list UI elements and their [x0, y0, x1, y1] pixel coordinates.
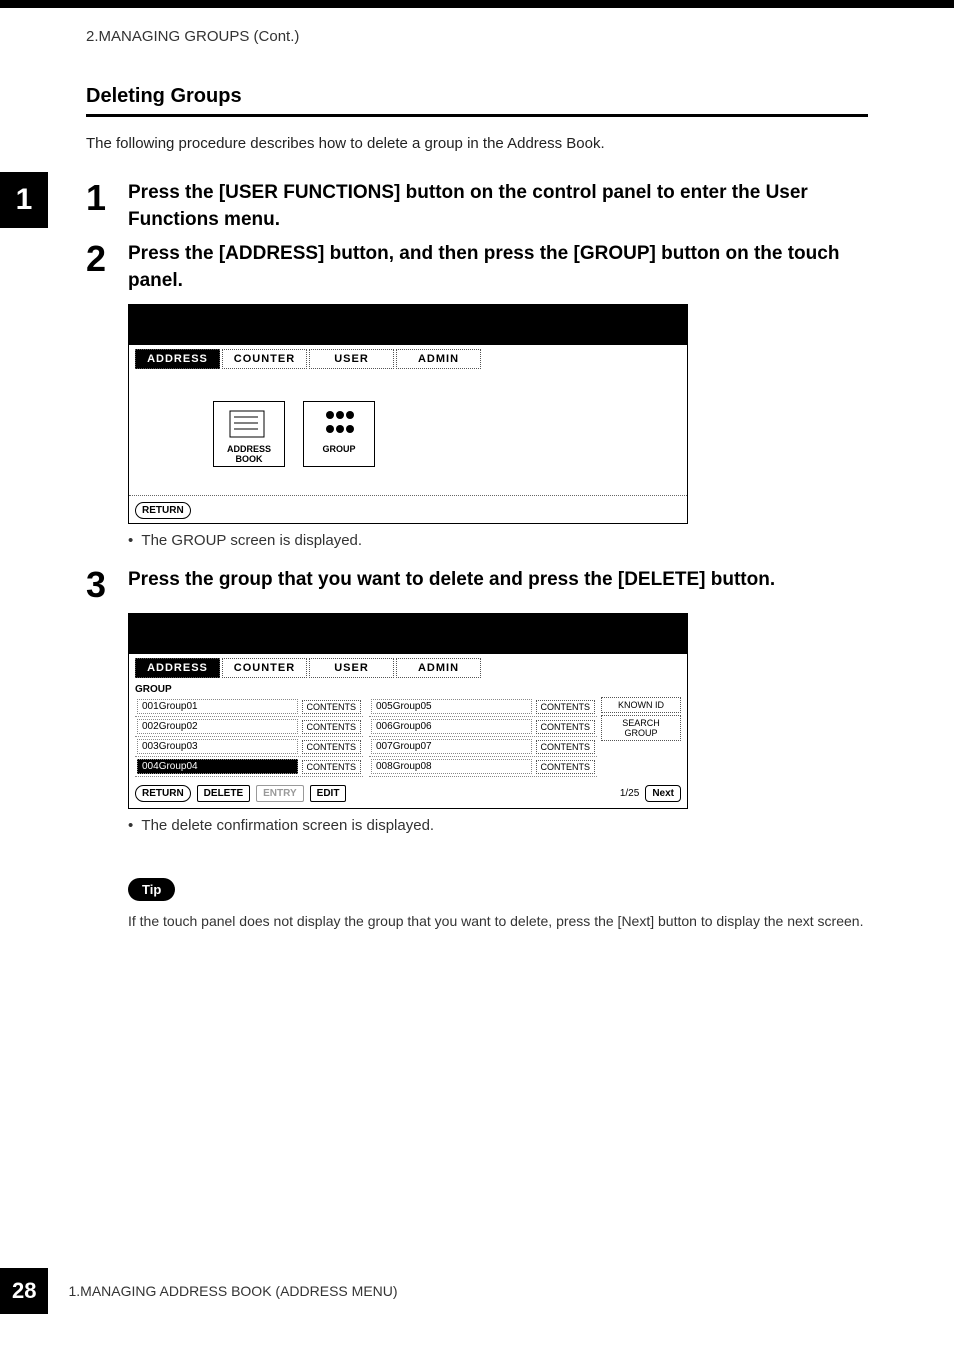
tab-admin[interactable]: ADMIN	[396, 349, 481, 369]
group-id: 003	[142, 741, 159, 752]
tab-address[interactable]: ADDRESS	[135, 658, 220, 678]
group-id: 008	[376, 761, 393, 772]
group-row[interactable]: 001Group01 CONTENTS	[135, 697, 363, 717]
group-id: 004	[142, 761, 159, 772]
header-continuation: 2.MANAGING GROUPS (Cont.)	[0, 8, 954, 45]
group-name: Group07	[393, 741, 432, 752]
entry-button[interactable]: ENTRY	[256, 785, 304, 802]
step-2: 2 Press the [ADDRESS] button, and then p…	[86, 241, 868, 294]
contents-button[interactable]: CONTENTS	[302, 720, 362, 734]
group-row[interactable]: 003Group03 CONTENTS	[135, 737, 363, 757]
lcd-titlebar	[129, 305, 687, 345]
screenshot-2: ADDRESS COUNTER USER ADMIN GROUP 001Grou…	[128, 613, 868, 809]
delete-button[interactable]: DELETE	[197, 785, 250, 802]
step-1: 1 Press the [USER FUNCTIONS] button on t…	[86, 180, 868, 233]
footer-label: 1.MANAGING ADDRESS BOOK (ADDRESS MENU)	[68, 1283, 397, 1299]
chapter-side-number: 1	[0, 172, 48, 228]
tab-counter[interactable]: COUNTER	[222, 349, 307, 369]
group-row-selected[interactable]: 004Group04 CONTENTS	[135, 757, 363, 777]
tab-admin[interactable]: ADMIN	[396, 658, 481, 678]
contents-button[interactable]: CONTENTS	[536, 740, 596, 754]
group-name: Group01	[159, 701, 198, 712]
group-label: GROUP	[304, 444, 374, 454]
group-row[interactable]: 006Group06 CONTENTS	[369, 717, 597, 737]
group-name: Group04	[159, 761, 198, 772]
pager-text: 1/25	[620, 788, 639, 799]
contents-button[interactable]: CONTENTS	[536, 720, 596, 734]
screenshot-1: ADDRESS COUNTER USER ADMIN ADDRESS BOOK …	[128, 304, 868, 524]
note-delete-confirm: The delete confirmation screen is displa…	[128, 817, 868, 834]
known-id-button[interactable]: KNOWN ID	[601, 697, 681, 713]
contents-button[interactable]: CONTENTS	[302, 740, 362, 754]
section-rule	[86, 114, 868, 117]
group-icon	[304, 402, 374, 444]
step-text: Press the group that you want to delete …	[128, 567, 868, 594]
page-number: 28	[0, 1268, 48, 1314]
step-number: 1	[86, 180, 128, 233]
step-number: 3	[86, 567, 128, 603]
group-name: Group03	[159, 741, 198, 752]
group-row[interactable]: 007Group07 CONTENTS	[369, 737, 597, 757]
tab-counter[interactable]: COUNTER	[222, 658, 307, 678]
section-title: Deleting Groups	[86, 85, 868, 108]
tab-user[interactable]: USER	[309, 658, 394, 678]
group-row[interactable]: 008Group08 CONTENTS	[369, 757, 597, 777]
step-3: 3 Press the group that you want to delet…	[86, 567, 868, 603]
tab-address[interactable]: ADDRESS	[135, 349, 220, 369]
group-id: 007	[376, 741, 393, 752]
return-button[interactable]: RETURN	[135, 502, 191, 519]
contents-button[interactable]: CONTENTS	[536, 760, 596, 774]
search-group-button[interactable]: SEARCH GROUP	[601, 715, 681, 741]
contents-button[interactable]: CONTENTS	[302, 760, 362, 774]
group-name: Group06	[393, 721, 432, 732]
step-text: Press the [USER FUNCTIONS] button on the…	[128, 180, 868, 233]
group-name: Group02	[159, 721, 198, 732]
group-heading: GROUP	[135, 684, 172, 695]
group-id: 005	[376, 701, 393, 712]
addressbook-label: ADDRESS BOOK	[214, 444, 284, 464]
group-button[interactable]: GROUP	[303, 401, 375, 467]
note-group-screen: The GROUP screen is displayed.	[128, 532, 868, 549]
intro-text: The following procedure describes how to…	[86, 135, 868, 152]
group-list-right: 005Group05 CONTENTS 006Group06 CONTENTS …	[369, 697, 597, 777]
group-id: 002	[142, 721, 159, 732]
step-number: 2	[86, 241, 128, 294]
edit-button[interactable]: EDIT	[310, 785, 347, 802]
addressbook-icon	[214, 402, 284, 444]
step-text: Press the [ADDRESS] button, and then pre…	[128, 241, 868, 294]
contents-button[interactable]: CONTENTS	[302, 700, 362, 714]
tip-text: If the touch panel does not display the …	[128, 911, 868, 932]
group-list-left: 001Group01 CONTENTS 002Group02 CONTENTS …	[135, 697, 363, 777]
addressbook-button[interactable]: ADDRESS BOOK	[213, 401, 285, 467]
group-row[interactable]: 002Group02 CONTENTS	[135, 717, 363, 737]
header-rule	[0, 0, 954, 8]
tab-user[interactable]: USER	[309, 349, 394, 369]
return-button[interactable]: RETURN	[135, 785, 191, 802]
next-button[interactable]: Next	[645, 785, 681, 802]
group-row[interactable]: 005Group05 CONTENTS	[369, 697, 597, 717]
group-name: Group05	[393, 701, 432, 712]
group-id: 006	[376, 721, 393, 732]
contents-button[interactable]: CONTENTS	[536, 700, 596, 714]
lcd-titlebar	[129, 614, 687, 654]
page-footer: 28 1.MANAGING ADDRESS BOOK (ADDRESS MENU…	[0, 1268, 398, 1314]
group-id: 001	[142, 701, 159, 712]
group-name: Group08	[393, 761, 432, 772]
tip-badge: Tip	[128, 878, 175, 901]
